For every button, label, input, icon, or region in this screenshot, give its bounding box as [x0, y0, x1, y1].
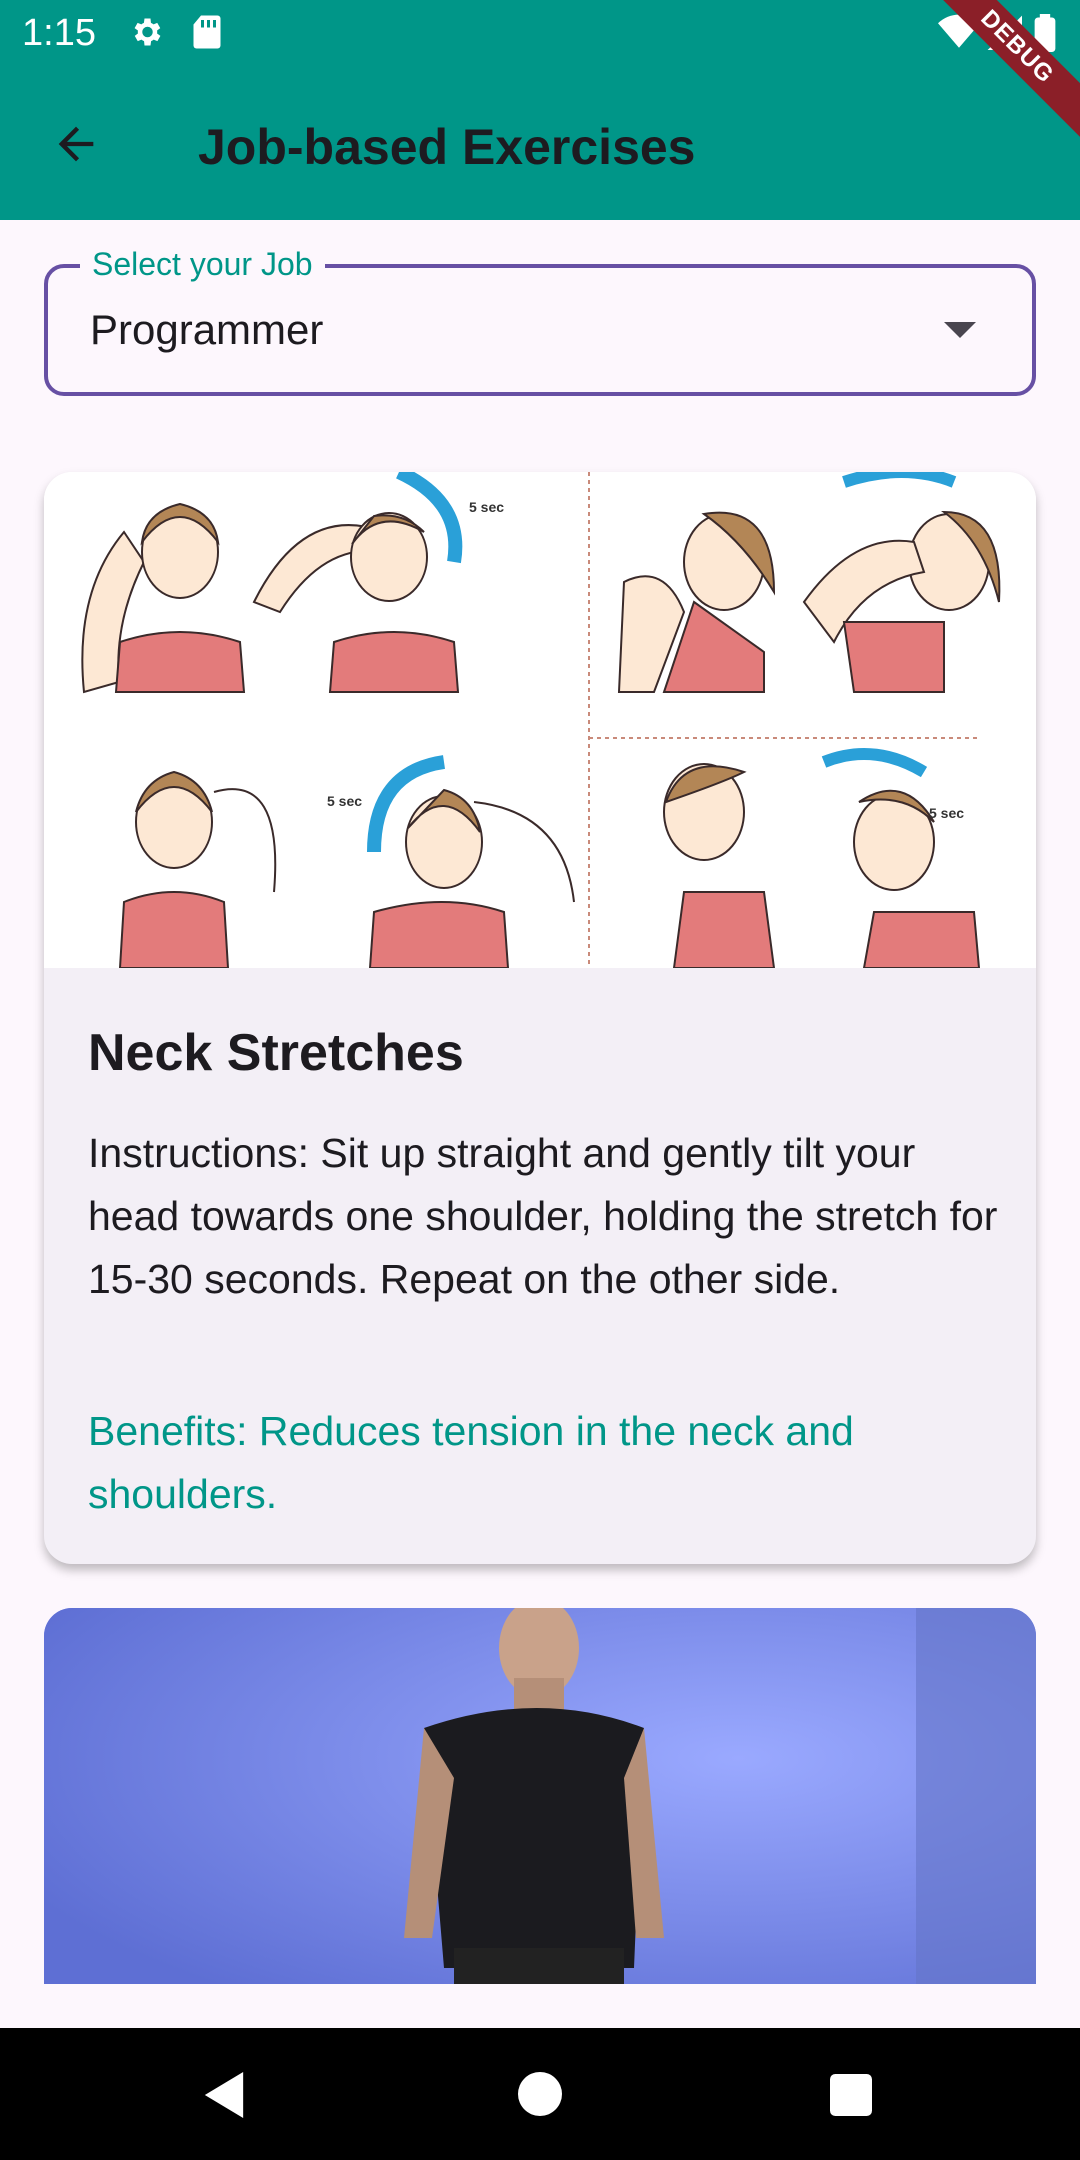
job-select-label: Select your Job [80, 242, 325, 286]
exercise-instructions: Instructions: Sit up straight and gently… [88, 1130, 998, 1302]
status-time: 1:15 [22, 12, 96, 54]
system-nav-bar [0, 2028, 1080, 2160]
dropdown-arrow-icon [944, 322, 976, 338]
gear-icon [128, 14, 164, 55]
exercise-benefits: Benefits: Reduces tension in the neck an… [88, 1408, 854, 1517]
svg-text:5 sec: 5 sec [469, 499, 504, 515]
sd-card-icon [190, 14, 224, 55]
neck-stretch-illustration: 5 sec 5 sec 5 sec [44, 472, 1036, 969]
svg-text:5 sec: 5 sec [327, 793, 362, 809]
nav-recents-icon[interactable] [830, 2074, 872, 2121]
app-bar: Job-based Exercises [0, 66, 1080, 220]
exercise-card-2 [44, 1608, 1036, 1984]
page-title: Job-based Exercises [198, 119, 696, 175]
nav-home-icon[interactable] [518, 2072, 562, 2121]
man-standing-photo [44, 1608, 1036, 1984]
svg-text:5 sec: 5 sec [929, 805, 964, 821]
exercise-title: Neck Stretches [88, 1024, 464, 1082]
job-select-dropdown[interactable]: Select your Job Programmer [44, 242, 1036, 396]
arrow-back-icon [50, 118, 102, 175]
status-bar: 1:15 [0, 0, 1080, 66]
screen: 1:15 DEBUG Job-based Exercises Select yo… [0, 0, 1080, 2160]
back-button[interactable] [40, 110, 112, 182]
exercise-card: 5 sec 5 sec 5 sec Neck Stretches Instruc… [44, 472, 1036, 1564]
job-select-value: Programmer [90, 306, 324, 353]
nav-back-icon[interactable] [204, 2072, 244, 2123]
